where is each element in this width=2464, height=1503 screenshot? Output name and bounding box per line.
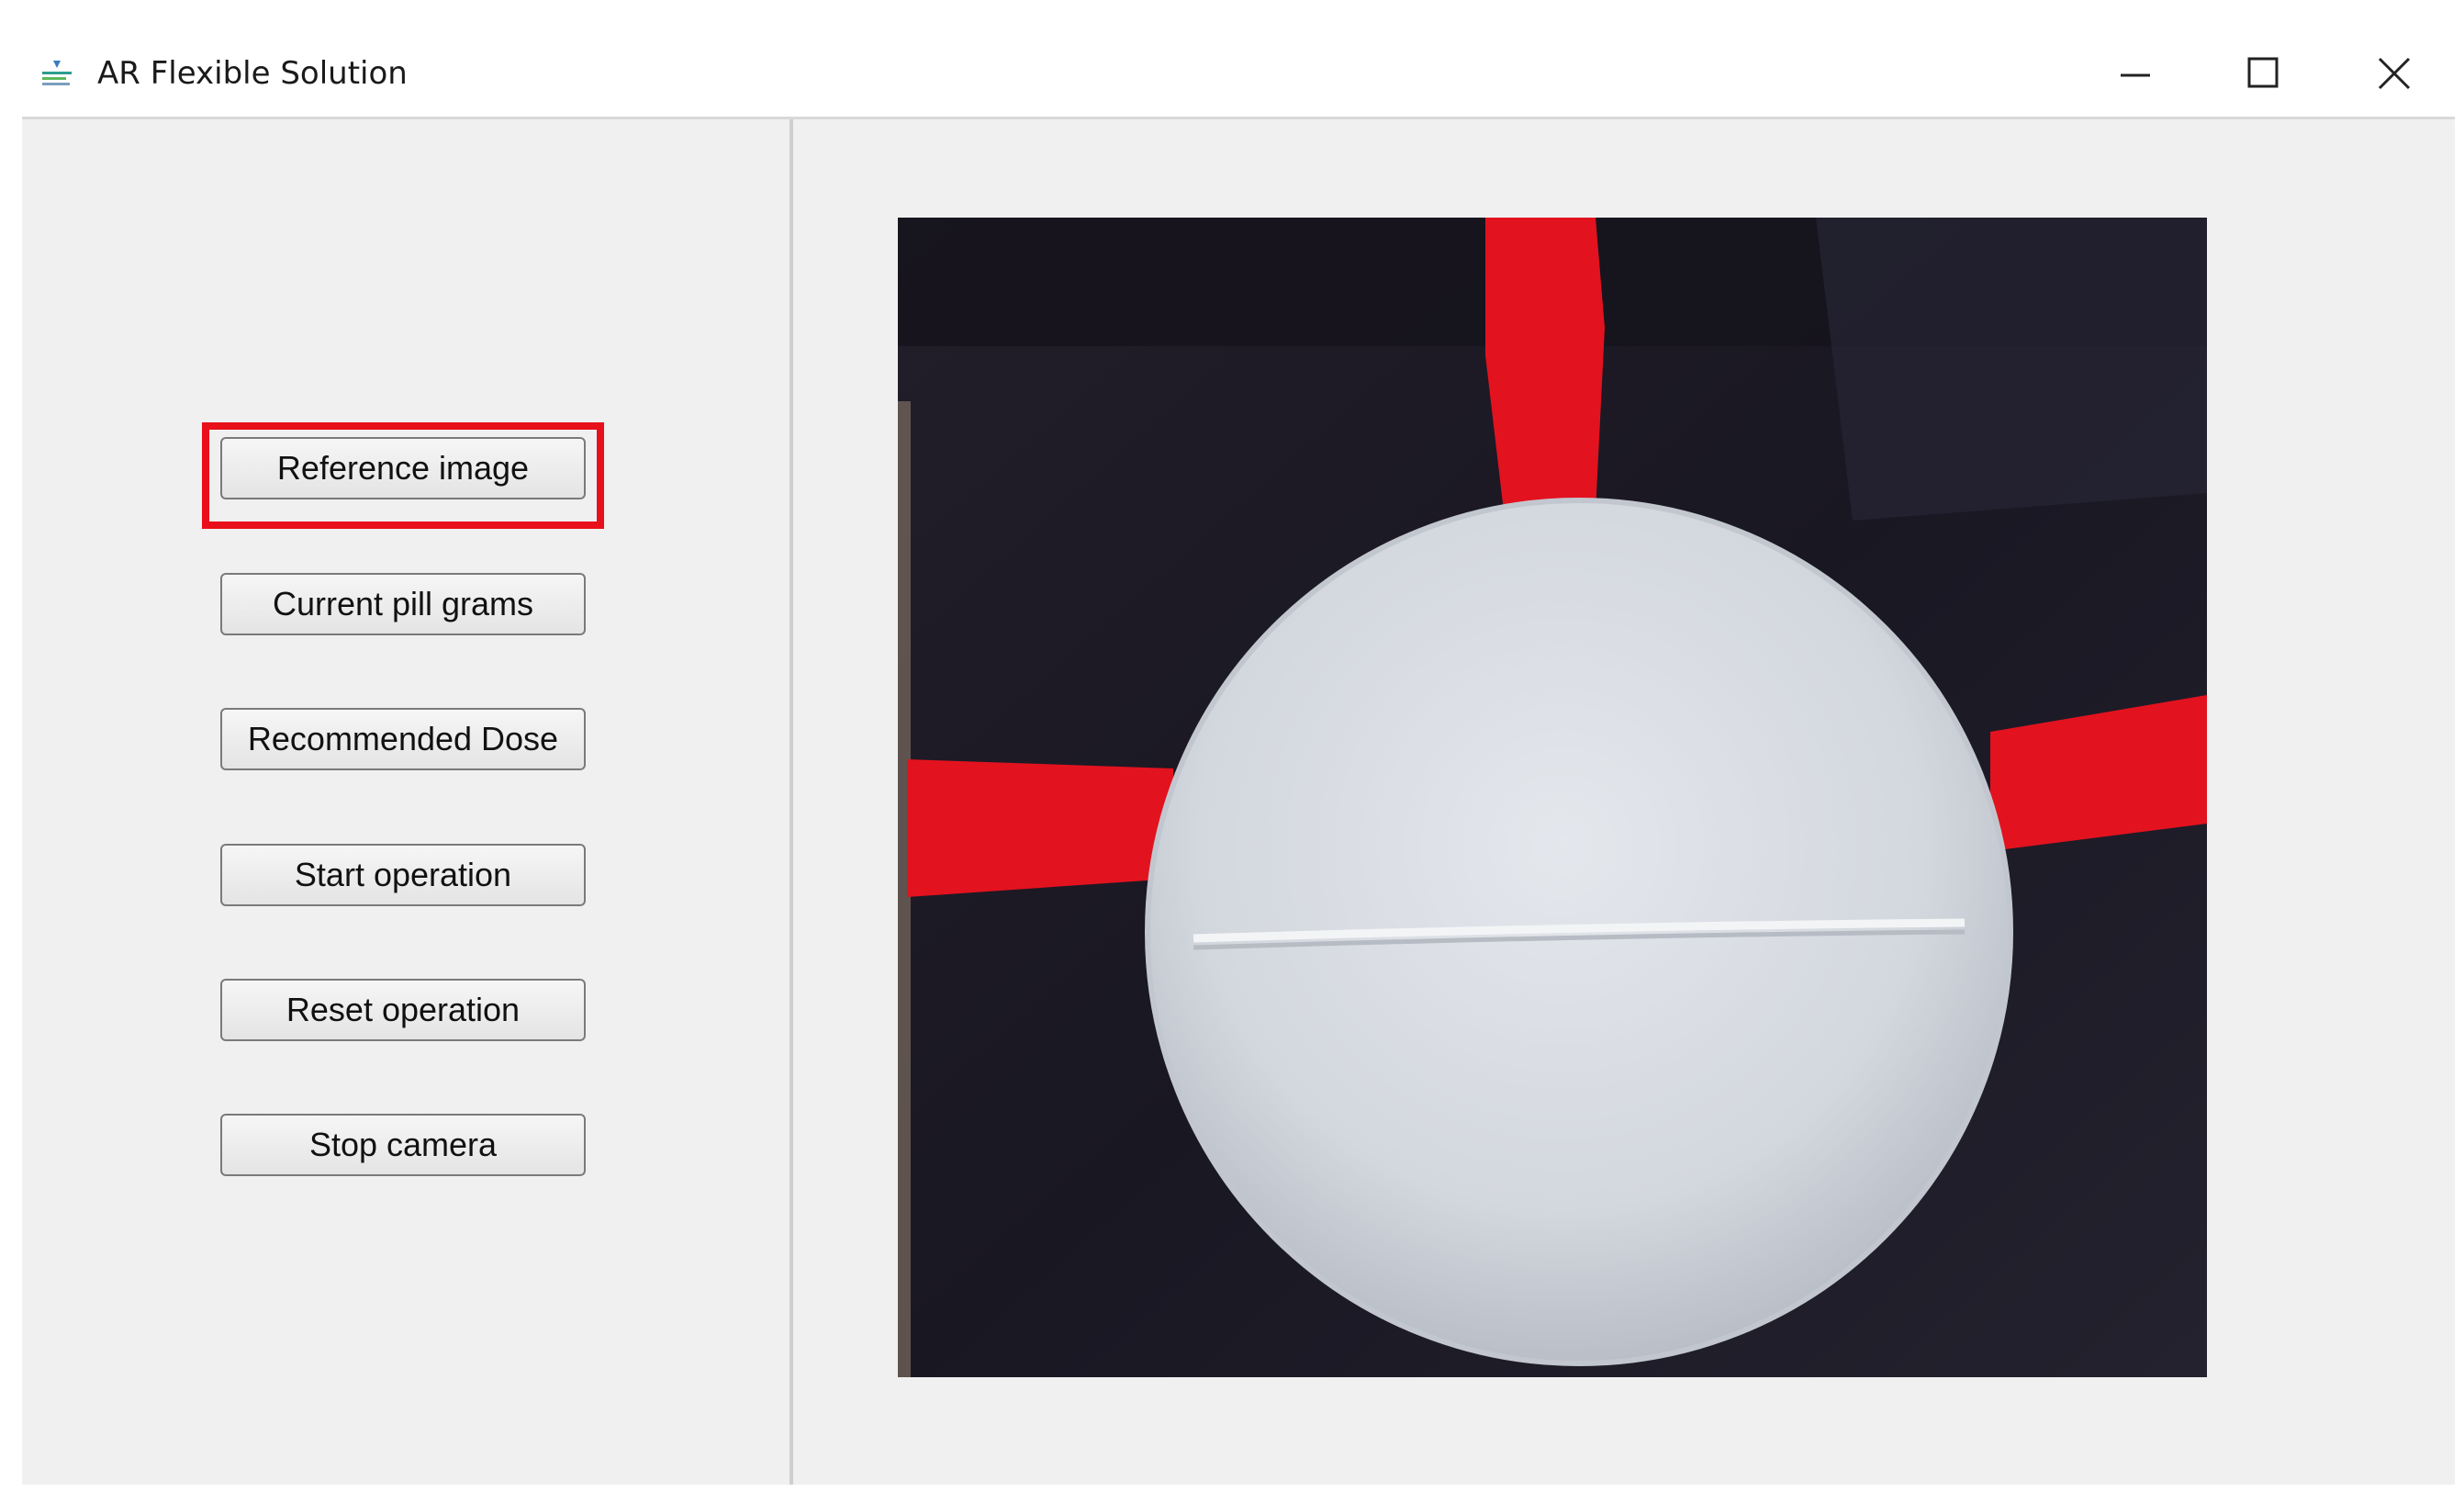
maximize-button[interactable]: [2227, 37, 2301, 110]
recommended-dose-button[interactable]: Recommended Dose: [220, 708, 586, 770]
title-bar[interactable]: AR Flexible Solution: [0, 0, 2464, 118]
close-icon: [2378, 57, 2411, 90]
camera-panel: [793, 119, 2455, 1485]
current-pill-grams-button[interactable]: Current pill grams: [220, 573, 586, 635]
close-button[interactable]: [2358, 37, 2431, 110]
camera-view: [898, 218, 2207, 1377]
app-logo-icon: [37, 55, 77, 92]
reset-operation-button[interactable]: Reset operation: [220, 979, 586, 1041]
control-panel: Reference image Current pill grams Recom…: [22, 119, 790, 1485]
client-area: Reference image Current pill grams Recom…: [22, 119, 2455, 1485]
window-title: AR Flexible Solution: [97, 55, 408, 92]
start-operation-button[interactable]: Start operation: [220, 844, 586, 906]
maximize-icon: [2247, 57, 2279, 88]
minimize-button[interactable]: [2099, 37, 2172, 110]
app-window: AR Flexible Solution Reference image Cur…: [0, 0, 2464, 1503]
pill-image: [898, 218, 2207, 1377]
minimize-icon: [2121, 73, 2150, 77]
reference-image-button[interactable]: Reference image: [220, 437, 586, 499]
stop-camera-button[interactable]: Stop camera: [220, 1114, 586, 1176]
